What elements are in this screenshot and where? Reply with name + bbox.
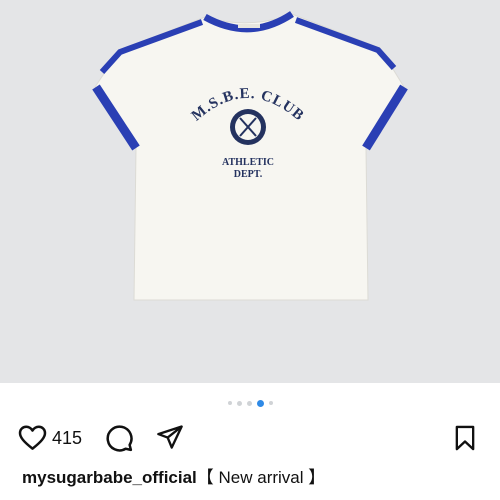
bookmark-icon [455, 425, 475, 451]
paper-plane-icon [157, 425, 183, 449]
shirt-print-line1: ATHLETIC [222, 157, 274, 168]
t-shirt-image: M.S.B.E. CLUB ATHLETIC DEPT. [92, 11, 408, 301]
caption-text: 【 New arrival 】 [196, 468, 326, 487]
caption-username[interactable]: mysugarbabe_official [22, 468, 197, 487]
post-image[interactable]: M.S.B.E. CLUB ATHLETIC DEPT. [0, 0, 500, 383]
share-button[interactable] [156, 423, 184, 451]
action-bar: 415 [0, 420, 500, 456]
comment-button[interactable] [104, 423, 134, 453]
heart-icon [18, 425, 47, 450]
like-count[interactable]: 415 [52, 423, 82, 453]
post-caption: mysugarbabe_official【 New arrival 】 [22, 466, 492, 490]
comment-icon [106, 425, 133, 452]
carousel-indicator [0, 398, 500, 408]
carousel-dot [246, 400, 252, 406]
carousel-dot [227, 401, 232, 405]
carousel-dot [268, 401, 273, 405]
like-button[interactable]: 415 [17, 423, 82, 453]
carousel-dot-active [256, 399, 264, 407]
shirt-print-line2: DEPT. [234, 169, 263, 180]
save-button[interactable] [451, 423, 479, 453]
carousel-dot [236, 400, 242, 406]
shirt-emblem [230, 109, 266, 145]
